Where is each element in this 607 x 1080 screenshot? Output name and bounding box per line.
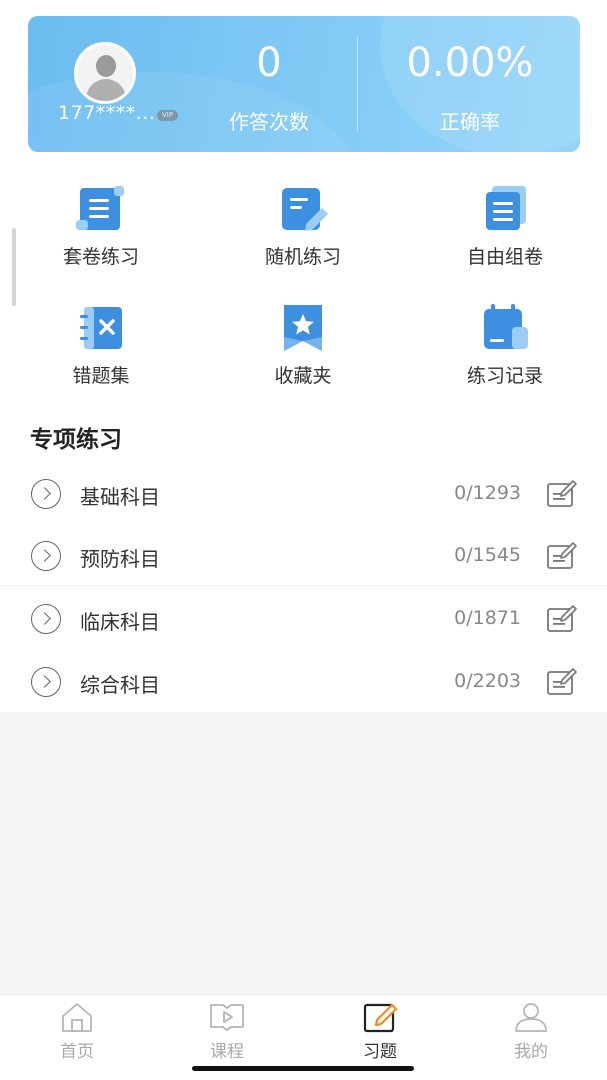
subject-name: 临床科目 (80, 610, 160, 634)
tab-mine[interactable]: 我的 (481, 995, 581, 1065)
random-edit-icon (282, 188, 328, 231)
stats-card: 177****... VIP 0 作答次数 0.00% 正确率 (28, 16, 580, 152)
subject-row[interactable]: 基础科目 0/1293 (0, 462, 607, 524)
tab-label: 我的 (514, 1042, 548, 1062)
tab-label: 首页 (60, 1042, 94, 1062)
subject-name: 基础科目 (80, 485, 160, 509)
edit-icon[interactable] (545, 541, 577, 571)
feature-label: 自由组卷 (466, 246, 543, 268)
home-icon (62, 1003, 92, 1032)
feature-free-compose[interactable]: 自由组卷 (425, 184, 585, 284)
feature-set-exam[interactable]: 套卷练习 (21, 184, 181, 284)
chevron-right-icon[interactable] (31, 604, 61, 634)
feature-random-practice[interactable]: 随机练习 (223, 184, 383, 284)
stats-divider (357, 36, 358, 132)
feature-favorites[interactable]: 收藏夹 (223, 303, 383, 403)
feature-label: 套卷练习 (62, 246, 139, 268)
subject-progress: 0/2203 (454, 670, 521, 692)
stacked-papers-icon (486, 186, 526, 230)
edit-icon[interactable] (545, 667, 577, 697)
avatar-head-shape (96, 55, 116, 77)
answer-count-value: 0 (256, 40, 282, 86)
subject-progress: 0/1545 (454, 544, 521, 566)
chevron-right-icon[interactable] (31, 541, 61, 571)
tab-home[interactable]: 首页 (27, 995, 127, 1065)
section-title: 专项练习 (30, 427, 122, 453)
exercise-edit-icon (363, 1003, 398, 1033)
subject-progress: 0/1293 (454, 482, 521, 504)
row-divider (0, 585, 607, 586)
calendar-record-icon (484, 304, 528, 349)
feature-wrong-questions[interactable]: 错题集 (21, 303, 181, 403)
subject-row[interactable]: 预防科目 0/1545 (0, 524, 607, 586)
subject-row[interactable]: 临床科目 0/1871 (0, 587, 607, 649)
subject-row[interactable]: 综合科目 0/2203 (0, 650, 607, 712)
avatar[interactable] (74, 42, 136, 104)
chevron-right-icon[interactable] (31, 667, 61, 697)
profile-icon (515, 1003, 547, 1032)
subject-name: 预防科目 (80, 547, 160, 571)
accuracy-value: 0.00% (406, 40, 534, 86)
home-indicator (192, 1066, 414, 1071)
course-play-icon (210, 1004, 244, 1031)
scroll-indicator (12, 228, 16, 306)
vip-badge: VIP (157, 110, 179, 121)
edit-icon[interactable] (545, 479, 577, 509)
subject-progress: 0/1871 (454, 607, 521, 629)
accuracy-label: 正确率 (440, 110, 500, 134)
feature-label: 错题集 (72, 365, 130, 387)
feature-label: 练习记录 (466, 365, 543, 387)
avatar-body-shape (86, 79, 126, 101)
edit-icon[interactable] (545, 604, 577, 634)
chevron-right-icon[interactable] (31, 479, 61, 509)
tab-label: 习题 (363, 1042, 397, 1062)
tab-exercises[interactable]: 习题 (330, 995, 430, 1065)
answer-count-label: 作答次数 (229, 110, 309, 134)
feature-label: 随机练习 (264, 246, 341, 268)
paper-scroll-icon (76, 186, 124, 230)
username[interactable]: 177****... (58, 102, 155, 124)
feature-practice-record[interactable]: 练习记录 (425, 303, 585, 403)
subject-name: 综合科目 (80, 673, 160, 697)
wrong-notebook-icon (80, 307, 122, 349)
tab-label: 课程 (210, 1042, 244, 1062)
tab-course[interactable]: 课程 (177, 995, 277, 1065)
star-bookmark-icon (284, 305, 322, 351)
feature-label: 收藏夹 (274, 365, 332, 387)
